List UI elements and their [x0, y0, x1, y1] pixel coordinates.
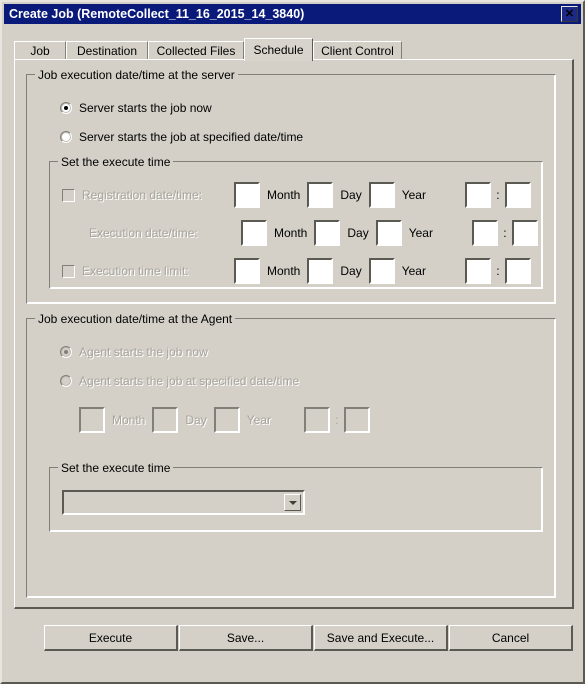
year-label: Year [408, 226, 433, 240]
radio-indicator[interactable] [60, 375, 72, 387]
tab-destination[interactable]: Destination [66, 41, 148, 60]
radio-agent-starts-now[interactable]: Agent starts the job now [60, 345, 208, 359]
button-label: Cancel [491, 630, 530, 645]
button-label: Save... [226, 630, 265, 645]
agent-execution-group: Job execution date/time at the Agent Age… [26, 312, 556, 598]
close-icon[interactable]: ✕ [561, 6, 578, 22]
agent-year-input[interactable] [213, 407, 240, 433]
registration-day-input[interactable] [307, 182, 334, 208]
registration-datetime-checkbox[interactable] [62, 188, 75, 202]
year-label: Year [401, 188, 426, 202]
agent-set-execute-time-title: Set the execute time [58, 461, 174, 475]
time-separator: : [335, 413, 339, 427]
chevron-down-icon[interactable] [284, 494, 301, 511]
tab-strip: Job Destination Collected Files Schedule… [14, 38, 574, 61]
execution-year-input[interactable] [375, 220, 402, 246]
agent-month-input[interactable] [79, 407, 105, 433]
execution-minute-input[interactable] [511, 220, 538, 246]
registration-month-input[interactable] [234, 182, 260, 208]
execution-month-input[interactable] [241, 220, 267, 246]
day-label: Day [340, 188, 362, 202]
schedule-tab-panel: Job execution date/time at the server Se… [14, 59, 574, 609]
registration-datetime-label: Registration date/time: [82, 188, 203, 202]
agent-set-execute-time-group: Set the execute time [49, 461, 543, 532]
radio-indicator[interactable] [60, 102, 72, 114]
day-label: Day [347, 226, 369, 240]
registration-datetime-row: Registration date/time: Month Day Year : [62, 182, 531, 208]
tab-client-control[interactable]: Client Control [313, 41, 402, 60]
execution-day-input[interactable] [314, 220, 341, 246]
time-limit-month-input[interactable] [234, 258, 260, 284]
month-label: Month [274, 226, 308, 240]
button-label: Execute [88, 630, 133, 645]
execution-time-limit-row: Execution time limit: Month Day Year : [62, 258, 531, 284]
time-separator: : [496, 264, 500, 278]
tab-label: Schedule [253, 43, 304, 57]
execution-time-limit-checkbox[interactable] [62, 264, 75, 278]
day-label: Day [185, 413, 207, 427]
tab-schedule[interactable]: Schedule [244, 38, 313, 61]
radio-server-starts-at-specified-time[interactable]: Server starts the job at specified date/… [60, 130, 303, 144]
year-label: Year [401, 264, 426, 278]
agent-execute-time-select[interactable] [62, 490, 305, 515]
title-bar: Create Job (RemoteCollect_11_16_2015_14_… [4, 4, 581, 24]
time-separator: : [496, 188, 500, 202]
agent-execute-time-value [64, 492, 284, 513]
execute-button[interactable]: Execute [44, 625, 178, 651]
tab-label: Destination [76, 44, 138, 58]
agent-datetime-row: Month Day Year : [79, 407, 370, 433]
time-limit-hour-input[interactable] [464, 258, 491, 284]
create-job-dialog: Create Job (RemoteCollect_11_16_2015_14_… [0, 0, 585, 684]
registration-year-input[interactable] [368, 182, 395, 208]
radio-label: Agent starts the job now [79, 345, 208, 359]
month-label: Month [267, 264, 301, 278]
time-separator: : [503, 226, 507, 240]
tab-label: Job [30, 44, 50, 58]
radio-label: Server starts the job now [79, 101, 212, 115]
tab-collected-files[interactable]: Collected Files [148, 41, 244, 60]
year-label: Year [246, 413, 271, 427]
server-set-execute-time-group: Set the execute time Registration date/t… [49, 155, 543, 289]
execution-time-limit-label: Execution time limit: [82, 264, 189, 278]
time-limit-day-input[interactable] [307, 258, 334, 284]
execution-datetime-label: Execution date/time: [89, 226, 198, 240]
radio-label: Agent starts the job at specified date/t… [79, 374, 300, 388]
radio-server-starts-now[interactable]: Server starts the job now [60, 101, 212, 115]
server-set-execute-time-title: Set the execute time [58, 155, 174, 169]
agent-execution-group-title: Job execution date/time at the Agent [35, 312, 236, 326]
time-limit-minute-input[interactable] [504, 258, 531, 284]
month-label: Month [112, 413, 146, 427]
server-execution-group-title: Job execution date/time at the server [35, 68, 238, 82]
tab-job[interactable]: Job [14, 41, 66, 60]
tab-label: Collected Files [156, 44, 236, 58]
execution-datetime-row: Execution date/time: Month Day Year : [62, 220, 538, 246]
cancel-button[interactable]: Cancel [449, 625, 573, 651]
registration-hour-input[interactable] [464, 182, 491, 208]
tab-label: Client Control [321, 44, 394, 58]
radio-indicator[interactable] [60, 346, 72, 358]
button-label: Save and Execute... [326, 630, 435, 645]
window-title: Create Job (RemoteCollect_11_16_2015_14_… [9, 7, 305, 21]
radio-agent-starts-at-specified-time[interactable]: Agent starts the job at specified date/t… [60, 374, 299, 388]
agent-hour-input[interactable] [303, 407, 330, 433]
radio-label: Server starts the job at specified date/… [79, 130, 304, 144]
registration-minute-input[interactable] [504, 182, 531, 208]
save-button[interactable]: Save... [179, 625, 313, 651]
agent-day-input[interactable] [152, 407, 179, 433]
execution-hour-input[interactable] [471, 220, 498, 246]
agent-minute-input[interactable] [343, 407, 370, 433]
month-label: Month [267, 188, 301, 202]
day-label: Day [340, 264, 362, 278]
save-and-execute-button[interactable]: Save and Execute... [314, 625, 448, 651]
server-execution-group: Job execution date/time at the server Se… [26, 68, 556, 304]
time-limit-year-input[interactable] [368, 258, 395, 284]
radio-indicator[interactable] [60, 131, 72, 143]
